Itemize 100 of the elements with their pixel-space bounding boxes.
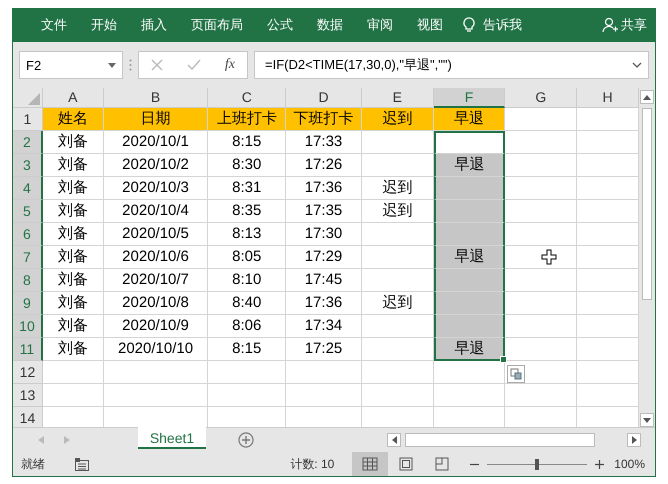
table-cell: 8:15 bbox=[208, 338, 286, 361]
right-arrow-icon bbox=[632, 436, 636, 444]
table-cell: 2020/10/4 bbox=[104, 200, 208, 223]
column-heading: 迟到 bbox=[362, 108, 434, 131]
page-break-icon bbox=[434, 457, 450, 471]
lightbulb-icon bbox=[463, 17, 475, 33]
up-arrow-icon bbox=[643, 94, 651, 100]
table-cell: 2020/10/9 bbox=[104, 315, 208, 338]
empty-cell bbox=[434, 384, 506, 407]
column-heading: 上班打卡 bbox=[208, 108, 286, 131]
table-cell: 8:35 bbox=[208, 200, 286, 223]
ribbon-tab[interactable]: 公式 bbox=[255, 16, 305, 34]
row-header[interactable]: 1 bbox=[13, 108, 43, 131]
name-box[interactable]: F2 bbox=[19, 51, 123, 79]
zoom-in-icon[interactable] bbox=[595, 460, 604, 468]
check-icon[interactable] bbox=[186, 59, 201, 71]
row-header[interactable]: 2 bbox=[13, 131, 43, 154]
grid-view-button[interactable] bbox=[352, 452, 388, 476]
zoom-level[interactable]: 100% bbox=[614, 457, 645, 471]
table-cell: 刘备 bbox=[42, 338, 104, 361]
scroll-up-button[interactable] bbox=[640, 90, 654, 104]
ribbon-tab[interactable]: 开始 bbox=[79, 16, 129, 34]
page-icon bbox=[398, 457, 414, 471]
table-cell: 刘备 bbox=[42, 223, 104, 246]
table-cell: 刘备 bbox=[42, 292, 104, 315]
sheet-tab[interactable]: Sheet1 bbox=[138, 425, 206, 449]
insert-function-button[interactable]: fx bbox=[224, 57, 235, 73]
table-cell: 2020/10/3 bbox=[104, 177, 208, 200]
table-cell: 8:31 bbox=[208, 177, 286, 200]
column-heading: 下班打卡 bbox=[286, 108, 362, 131]
table-cell: 17:25 bbox=[286, 338, 362, 361]
ribbon-tab[interactable]: 视图 bbox=[405, 16, 455, 34]
table-cell: 8:10 bbox=[208, 269, 286, 292]
table-cell: 刘备 bbox=[42, 269, 104, 292]
scrollbar-thumb[interactable] bbox=[642, 108, 652, 300]
column-heading: 早退 bbox=[434, 108, 506, 131]
fill-handle[interactable] bbox=[500, 356, 508, 363]
row-header[interactable]: 14 bbox=[13, 407, 43, 427]
ribbon-tab[interactable]: 插入 bbox=[129, 16, 179, 34]
table-cell: 17:34 bbox=[286, 315, 362, 338]
table-cell: 刘备 bbox=[42, 315, 104, 338]
column-heading: 姓名 bbox=[42, 108, 104, 131]
table-cell: 8:06 bbox=[208, 315, 286, 338]
person-icon bbox=[602, 17, 618, 33]
table-cell: 2020/10/5 bbox=[104, 223, 208, 246]
row-header[interactable]: 8 bbox=[13, 269, 43, 292]
row-header[interactable]: 13 bbox=[13, 384, 43, 407]
table-cell: 8:15 bbox=[208, 131, 286, 154]
table-cell: 8:13 bbox=[208, 223, 286, 246]
quick-analysis-icon[interactable] bbox=[507, 365, 526, 383]
row-header[interactable]: 4 bbox=[13, 177, 43, 200]
cursor-icon bbox=[541, 249, 558, 265]
table-cell: 17:29 bbox=[286, 246, 362, 269]
scroll-left-button[interactable] bbox=[387, 433, 401, 447]
table-cell: 17:36 bbox=[286, 177, 362, 200]
macro-record-icon[interactable] bbox=[75, 458, 89, 470]
row-header[interactable]: 11 bbox=[13, 338, 43, 361]
row-header[interactable]: 10 bbox=[13, 315, 43, 338]
share-button[interactable]: 共享 bbox=[621, 16, 647, 34]
add-sheet-icon[interactable] bbox=[238, 432, 254, 448]
ribbon-tab[interactable]: 文件 bbox=[29, 16, 79, 34]
table-cell: 刘备 bbox=[42, 200, 104, 223]
table-cell: 刘备 bbox=[42, 177, 104, 200]
triangle-icon bbox=[28, 93, 40, 105]
table-cell: 早退 bbox=[434, 246, 506, 269]
table-cell: 8:05 bbox=[208, 246, 286, 269]
row-header[interactable]: 9 bbox=[13, 292, 43, 315]
formula-field[interactable]: =IF(D2<TIME(17,30,0),"早退","") bbox=[254, 51, 649, 79]
row-header[interactable]: 12 bbox=[13, 361, 43, 384]
table-cell: 8:30 bbox=[208, 154, 286, 177]
row-header[interactable]: 5 bbox=[13, 200, 43, 223]
scroll-down-button[interactable] bbox=[640, 413, 654, 427]
tell-me-link[interactable]: 告诉我 bbox=[483, 16, 522, 34]
table-cell: 17:36 bbox=[286, 292, 362, 315]
table-cell: 2020/10/10 bbox=[104, 338, 208, 361]
zoom-thumb[interactable] bbox=[535, 458, 540, 470]
dropdown-icon bbox=[108, 62, 116, 68]
grid-icon bbox=[362, 457, 378, 471]
table-cell: 2020/10/8 bbox=[104, 292, 208, 315]
row-header[interactable]: 6 bbox=[13, 223, 43, 246]
column-header[interactable]: F bbox=[434, 88, 506, 108]
horizontal-scrollbar[interactable] bbox=[405, 433, 595, 447]
table-cell: 刘备 bbox=[42, 131, 104, 154]
ribbon-tab[interactable]: 页面布局 bbox=[179, 16, 255, 34]
table-cell: 刘备 bbox=[42, 246, 104, 269]
table-cell: 8:40 bbox=[208, 292, 286, 315]
column-header[interactable]: G bbox=[505, 88, 578, 108]
column-heading: 日期 bbox=[104, 108, 208, 131]
table-cell: 刘备 bbox=[42, 154, 104, 177]
scroll-right-button[interactable] bbox=[627, 433, 641, 447]
table-cell: 2020/10/2 bbox=[104, 154, 208, 177]
row-header[interactable]: 3 bbox=[13, 154, 43, 177]
row-header[interactable]: 7 bbox=[13, 246, 43, 269]
table-cell: 17:33 bbox=[286, 131, 362, 154]
ribbon-tab[interactable]: 数据 bbox=[305, 16, 355, 34]
drag-handle-icon[interactable] bbox=[129, 59, 132, 71]
table-cell: 17:26 bbox=[286, 154, 362, 177]
zoom-slider[interactable] bbox=[485, 458, 590, 470]
ribbon-tab[interactable]: 审阅 bbox=[355, 16, 405, 34]
table-cell: 2020/10/7 bbox=[104, 269, 208, 292]
